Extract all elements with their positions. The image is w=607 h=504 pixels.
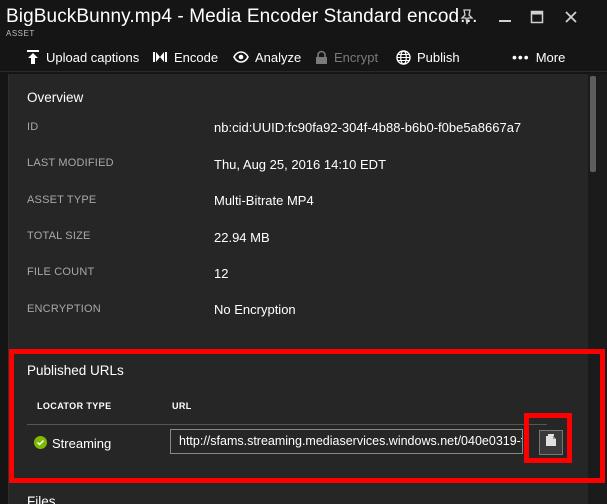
asset-blade: BigBuckBunny.mp4 - Media Encoder Standar… bbox=[0, 0, 607, 504]
prop-label-encryption: ENCRYPTION bbox=[27, 303, 101, 315]
prop-label-asset-type: ASSET TYPE bbox=[27, 194, 97, 206]
prop-label-id: ID bbox=[27, 121, 39, 133]
analyze-button[interactable]: Analyze bbox=[233, 46, 301, 68]
table-divider bbox=[27, 424, 547, 425]
streaming-url-field[interactable]: http://sfams.streaming.mediaservices.win… bbox=[170, 429, 523, 454]
col-header-url: URL bbox=[172, 401, 192, 411]
locator-type-value: Streaming bbox=[52, 436, 112, 451]
files-heading: Files bbox=[27, 494, 56, 504]
prop-label-total-size: TOTAL SIZE bbox=[27, 230, 91, 242]
blade-subtitle: ASSET bbox=[6, 29, 35, 38]
encode-icon bbox=[152, 50, 168, 64]
pin-icon[interactable] bbox=[456, 6, 478, 28]
prop-value-last-modified: Thu, Aug 25, 2016 14:10 EDT bbox=[214, 157, 387, 172]
published-urls-heading: Published URLs bbox=[27, 363, 124, 378]
col-header-locator-type: LOCATOR TYPE bbox=[37, 401, 112, 411]
upload-icon bbox=[26, 49, 40, 65]
encrypt-label: Encrypt bbox=[334, 49, 379, 65]
prop-value-asset-type: Multi-Bitrate MP4 bbox=[214, 193, 314, 208]
title-bar: BigBuckBunny.mp4 - Media Encoder Standar… bbox=[0, 0, 607, 40]
globe-icon bbox=[396, 49, 411, 65]
check-circle-icon bbox=[34, 436, 47, 449]
analyze-label: Analyze bbox=[255, 49, 302, 65]
more-button[interactable]: ••• More bbox=[512, 46, 565, 68]
scrollbar-thumb[interactable] bbox=[590, 76, 596, 172]
prop-label-last-modified: LAST MODIFIED bbox=[27, 157, 114, 169]
blade-title: BigBuckBunny.mp4 - Media Encoder Standar… bbox=[6, 6, 479, 27]
eye-icon bbox=[233, 51, 249, 63]
maximize-icon[interactable] bbox=[526, 6, 548, 28]
prop-value-file-count: 12 bbox=[214, 266, 229, 281]
copy-icon bbox=[545, 433, 557, 452]
publish-button[interactable]: Publish bbox=[396, 46, 460, 68]
more-label: More bbox=[535, 49, 566, 65]
encode-label: Encode bbox=[174, 49, 219, 65]
encode-button[interactable]: Encode bbox=[152, 46, 218, 68]
lock-icon bbox=[315, 50, 328, 65]
prop-value-id: nb:cid:UUID:fc90fa92-304f-4b88-b6b0-f0be… bbox=[214, 120, 522, 135]
command-bar: Upload captions Encode Analyze Encrypt P… bbox=[0, 42, 607, 72]
close-icon[interactable] bbox=[560, 6, 582, 28]
publish-label: Publish bbox=[417, 49, 460, 65]
prop-label-file-count: FILE COUNT bbox=[27, 266, 95, 278]
copy-url-button[interactable] bbox=[539, 430, 563, 455]
prop-value-total-size: 22.94 MB bbox=[214, 230, 270, 245]
upload-captions-button[interactable]: Upload captions bbox=[26, 46, 139, 68]
overview-heading: Overview bbox=[27, 90, 84, 105]
ellipsis-icon: ••• bbox=[512, 49, 530, 65]
minimize-icon[interactable] bbox=[494, 6, 516, 28]
upload-captions-label: Upload captions bbox=[46, 49, 140, 65]
encrypt-button[interactable]: Encrypt bbox=[315, 46, 378, 68]
prop-value-encryption: No Encryption bbox=[214, 302, 296, 317]
